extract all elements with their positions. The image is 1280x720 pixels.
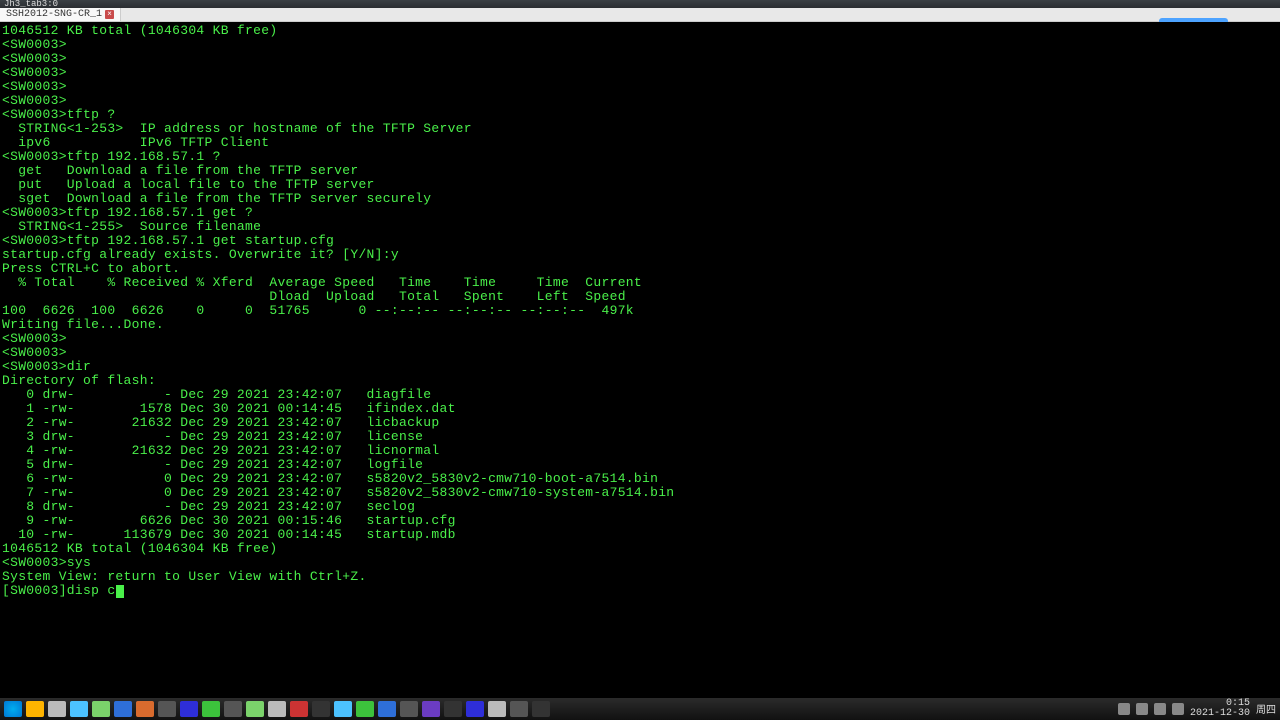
terminal-line: 4 -rw- 21632 Dec 29 2021 23:42:07 licnor… <box>2 444 1278 458</box>
tray-date: 2021-12-30 <box>1190 709 1250 719</box>
taskbar-app-icon[interactable] <box>488 701 506 717</box>
close-icon[interactable]: × <box>105 10 114 19</box>
terminal-line: ipv6 IPv6 TFTP Client <box>2 136 1278 150</box>
terminal-line: sget Download a file from the TFTP serve… <box>2 192 1278 206</box>
taskbar-app-icon[interactable] <box>202 701 220 717</box>
taskbar-app-icon[interactable] <box>334 701 352 717</box>
tray-icon[interactable] <box>1118 703 1130 715</box>
terminal-line: Press CTRL+C to abort. <box>2 262 1278 276</box>
taskbar-app-icon[interactable] <box>312 701 330 717</box>
terminal-output[interactable]: 1046512 KB total (1046304 KB free)<SW000… <box>0 22 1280 698</box>
terminal-line: 100 6626 100 6626 0 0 51765 0 --:--:-- -… <box>2 304 1278 318</box>
terminal-line: 1 -rw- 1578 Dec 30 2021 00:14:45 ifindex… <box>2 402 1278 416</box>
terminal-line: System View: return to User View with Ct… <box>2 570 1278 584</box>
taskbar-app-icon[interactable] <box>378 701 396 717</box>
terminal-prompt-line[interactable]: [SW0003]disp c <box>2 584 1278 598</box>
terminal-line: 7 -rw- 0 Dec 29 2021 23:42:07 s5820v2_58… <box>2 486 1278 500</box>
tray-icon[interactable] <box>1136 703 1148 715</box>
terminal-line: 5 drw- - Dec 29 2021 23:42:07 logfile <box>2 458 1278 472</box>
terminal-line: <SW0003>tftp 192.168.57.1 get ? <box>2 206 1278 220</box>
terminal-line: startup.cfg already exists. Overwrite it… <box>2 248 1278 262</box>
taskbar-app-icon[interactable] <box>70 701 88 717</box>
taskbar-app-icon[interactable] <box>510 701 528 717</box>
tray-icon[interactable] <box>1172 703 1184 715</box>
taskbar-app-icon[interactable] <box>224 701 242 717</box>
taskbar-app-icon[interactable] <box>114 701 132 717</box>
terminal-line: <SW0003> <box>2 38 1278 52</box>
terminal-line: 8 drw- - Dec 29 2021 23:42:07 seclog <box>2 500 1278 514</box>
terminal-line: <SW0003> <box>2 94 1278 108</box>
terminal-line: 6 -rw- 0 Dec 29 2021 23:42:07 s5820v2_58… <box>2 472 1278 486</box>
terminal-line: Directory of flash: <box>2 374 1278 388</box>
taskbar-app-icon[interactable] <box>356 701 374 717</box>
terminal-line: % Total % Received % Xferd Average Speed… <box>2 276 1278 290</box>
terminal-line: put Upload a local file to the TFTP serv… <box>2 178 1278 192</box>
taskbar-app-icon[interactable] <box>26 701 44 717</box>
terminal-line: <SW0003> <box>2 66 1278 80</box>
taskbar-app-icon[interactable] <box>180 701 198 717</box>
taskbar-app-icon[interactable] <box>422 701 440 717</box>
tab-label: SSH2012-SNG-CR_1 <box>6 9 102 20</box>
taskbar-app-icon[interactable] <box>158 701 176 717</box>
taskbar-app-icon[interactable] <box>136 701 154 717</box>
terminal-line: <SW0003>tftp 192.168.57.1 ? <box>2 150 1278 164</box>
terminal-line: 1046512 KB total (1046304 KB free) <box>2 24 1278 38</box>
taskbar-app-icon[interactable] <box>290 701 308 717</box>
terminal-line: <SW0003>dir <box>2 360 1278 374</box>
taskbar-app-icon[interactable] <box>246 701 264 717</box>
terminal-line: 10 -rw- 113679 Dec 30 2021 00:14:45 star… <box>2 528 1278 542</box>
terminal-line: Writing file...Done. <box>2 318 1278 332</box>
window-title: Jh3_tab3:0 <box>4 0 58 8</box>
taskbar: 0:15 2021-12-30 周四 <box>0 698 1280 720</box>
window-titlebar[interactable]: Jh3_tab3:0 <box>0 0 1280 8</box>
terminal-line: <SW0003>tftp 192.168.57.1 get startup.cf… <box>2 234 1278 248</box>
terminal-line: <SW0003> <box>2 346 1278 360</box>
tray-icon[interactable] <box>1154 703 1166 715</box>
taskbar-app-icon[interactable] <box>444 701 462 717</box>
terminal-line: STRING<1-255> Source filename <box>2 220 1278 234</box>
terminal-line: Dload Upload Total Spent Left Speed <box>2 290 1278 304</box>
taskbar-app-icon[interactable] <box>48 701 66 717</box>
start-button[interactable] <box>4 701 22 717</box>
terminal-line: 0 drw- - Dec 29 2021 23:42:07 diagfile <box>2 388 1278 402</box>
terminal-line: <SW0003> <box>2 332 1278 346</box>
terminal-line: 3 drw- - Dec 29 2021 23:42:07 license <box>2 430 1278 444</box>
terminal-line: <SW0003> <box>2 52 1278 66</box>
taskbar-app-icon[interactable] <box>400 701 418 717</box>
taskbar-app-icon[interactable] <box>532 701 550 717</box>
taskbar-app-icon[interactable] <box>92 701 110 717</box>
terminal-line: <SW0003>sys <box>2 556 1278 570</box>
terminal-line: 1046512 KB total (1046304 KB free) <box>2 542 1278 556</box>
terminal-line: STRING<1-253> IP address or hostname of … <box>2 122 1278 136</box>
terminal-line: <SW0003> <box>2 80 1278 94</box>
tabbar: SSH2012-SNG-CR_1 × <box>0 8 1280 22</box>
system-tray[interactable]: 0:15 2021-12-30 周四 <box>1118 699 1276 719</box>
terminal-line: 2 -rw- 21632 Dec 29 2021 23:42:07 licbac… <box>2 416 1278 430</box>
terminal-line: 9 -rw- 6626 Dec 30 2021 00:15:46 startup… <box>2 514 1278 528</box>
taskbar-app-icon[interactable] <box>466 701 484 717</box>
terminal-line: <SW0003>tftp ? <box>2 108 1278 122</box>
taskbar-app-icon[interactable] <box>268 701 286 717</box>
terminal-line: get Download a file from the TFTP server <box>2 164 1278 178</box>
tray-weekday: 周四 <box>1256 701 1276 717</box>
session-tab[interactable]: SSH2012-SNG-CR_1 × <box>0 8 121 21</box>
cursor <box>116 585 124 598</box>
